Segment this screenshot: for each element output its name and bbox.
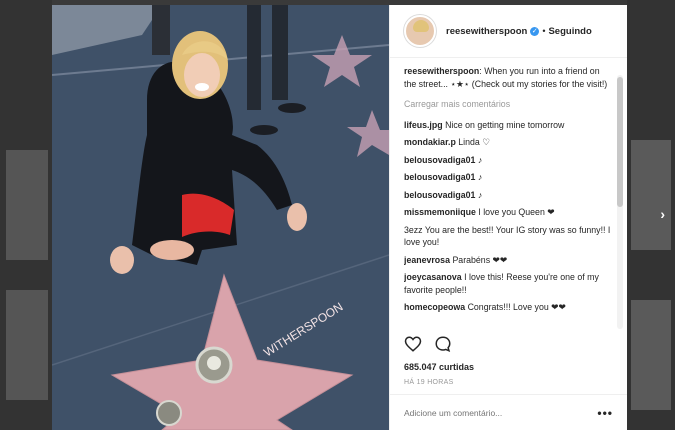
- comment-text: Nice on getting mine tomorrow: [445, 119, 565, 130]
- comment-item: joeycasanova I love this! Reese you're o…: [404, 271, 611, 296]
- caption-username[interactable]: reesewitherspoon: [404, 66, 479, 76]
- verified-icon: ✓: [530, 26, 540, 36]
- background-left-strip: [0, 0, 52, 430]
- like-count[interactable]: 685.047 curtidas: [404, 362, 474, 372]
- post-actions: [404, 335, 452, 353]
- comment-username[interactable]: homecopeowa: [404, 302, 465, 312]
- follow-button[interactable]: Seguindo: [548, 26, 591, 37]
- comment-item: lifeus.jpg Nice on getting mine tomorrow: [404, 119, 611, 132]
- comment-item: 3ezz You are the best!! Your IG story wa…: [404, 224, 611, 249]
- heart-icon[interactable]: [404, 335, 422, 353]
- background-right-strip: [627, 0, 675, 430]
- background-thumbnail: [631, 300, 671, 410]
- comment-text: I love you Queen ❤: [478, 207, 555, 217]
- next-post-arrow-icon[interactable]: ›: [660, 206, 665, 222]
- comments-scrollbar[interactable]: [617, 75, 623, 329]
- separator-dot: •: [542, 26, 546, 36]
- comment-item: belousovadiga01 ♪: [404, 171, 611, 184]
- comment-username[interactable]: belousovadiga01: [404, 155, 475, 165]
- avatar[interactable]: [404, 15, 436, 47]
- background-thumbnail: [6, 150, 48, 260]
- post-photo: WITHERSPOON: [52, 5, 389, 430]
- add-comment-input[interactable]: [404, 407, 574, 418]
- comment-item: homecopeowa Congrats!!! Love you ❤❤: [404, 301, 611, 314]
- comment-text: 3ezz You are the best!! Your IG story wa…: [404, 224, 611, 248]
- post-modal: WITHERSPOON reesewitherspoon ✓ • Seguind…: [52, 5, 627, 430]
- comment-username[interactable]: jeanevrosa: [404, 255, 450, 265]
- caption: reesewitherspoon: When you run into a fr…: [404, 65, 611, 90]
- comment-username[interactable]: joeycasanova: [404, 272, 462, 282]
- comment-item: belousovadiga01 ♪: [404, 189, 611, 202]
- comment-text: ♪: [477, 172, 483, 182]
- load-more-comments-link[interactable]: Carregar mais comentários: [404, 98, 611, 111]
- post-side-panel: reesewitherspoon ✓ • Seguindo reesewithe…: [389, 5, 627, 430]
- add-comment-bar: •••: [390, 394, 627, 430]
- post-timestamp: há 19 horas: [404, 379, 454, 386]
- comment-text: Parabéns ❤❤: [452, 254, 508, 265]
- comment-text: Linda ♡: [458, 137, 491, 147]
- post-photo-illustration: WITHERSPOON: [52, 5, 389, 430]
- comment-item: jeanevrosa Parabéns ❤❤: [404, 254, 611, 267]
- post-username[interactable]: reesewitherspoon: [446, 26, 527, 37]
- comment-username[interactable]: belousovadiga01: [404, 172, 475, 182]
- comment-item: mondakiar.p Linda ♡: [404, 136, 611, 149]
- comment-username[interactable]: missmemoniique: [404, 207, 476, 217]
- comment-icon[interactable]: [434, 335, 452, 353]
- comments-list: reesewitherspoon: When you run into a fr…: [404, 65, 611, 327]
- comment-username[interactable]: mondakiar.p: [404, 137, 456, 147]
- comment-item: missmemoniique I love you Queen ❤: [404, 206, 611, 219]
- post-header: reesewitherspoon ✓ • Seguindo: [390, 5, 627, 58]
- background-thumbnail: [631, 140, 671, 250]
- comment-username[interactable]: lifeus.jpg: [404, 120, 443, 130]
- scrollbar-thumb[interactable]: [617, 77, 623, 207]
- comment-text: Congrats!!! Love you ❤❤: [467, 302, 566, 312]
- more-icon[interactable]: •••: [597, 406, 613, 420]
- comment-username[interactable]: belousovadiga01: [404, 190, 475, 200]
- comment-text: ♪: [477, 154, 483, 165]
- comment-item: belousovadiga01 ♪: [404, 154, 611, 167]
- background-thumbnail: [6, 290, 48, 400]
- comment-text: ♪: [477, 189, 483, 200]
